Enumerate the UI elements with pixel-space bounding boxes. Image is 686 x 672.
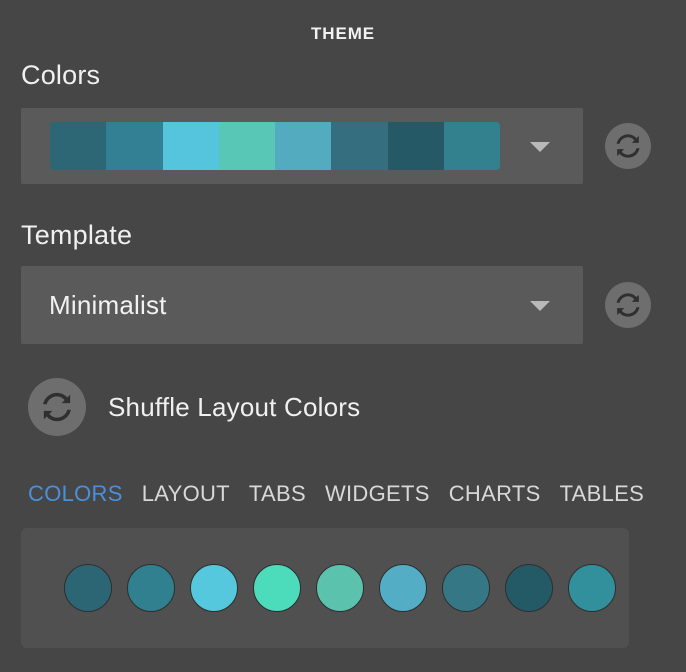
- template-dropdown[interactable]: Minimalist: [21, 266, 583, 344]
- shuffle-refresh-icon: [43, 392, 71, 422]
- layout-color-circle-6[interactable]: [442, 564, 490, 612]
- palette-preview-strip: [50, 122, 500, 170]
- layout-color-circle-2[interactable]: [190, 564, 238, 612]
- palette-swatch-7: [443, 122, 500, 170]
- refresh-icon: [616, 293, 640, 317]
- tab-tabs[interactable]: TABS: [249, 481, 306, 507]
- layout-color-circle-3[interactable]: [253, 564, 301, 612]
- tab-charts[interactable]: CHARTS: [449, 481, 541, 507]
- tab-tables[interactable]: TABLES: [560, 481, 645, 507]
- tab-layout[interactable]: LAYOUT: [142, 481, 230, 507]
- chevron-down-icon: [530, 142, 550, 152]
- shuffle-layout-colors-button[interactable]: Shuffle Layout Colors: [28, 378, 360, 436]
- colors-section-label: Colors: [21, 60, 101, 90]
- palette-swatch-5: [331, 122, 388, 170]
- refresh-icon: [616, 134, 640, 158]
- chevron-down-icon: [530, 301, 550, 311]
- template-section-label: Template: [21, 220, 133, 250]
- layout-colors-tray: [21, 528, 629, 648]
- palette-swatch-3: [218, 122, 275, 170]
- shuffle-icon-button[interactable]: [28, 378, 86, 436]
- palette-swatch-2: [162, 122, 219, 170]
- layout-color-circle-5[interactable]: [379, 564, 427, 612]
- colors-palette-dropdown[interactable]: [21, 108, 583, 184]
- theme-panel: THEME Colors Template Minimalist Shuffle…: [0, 0, 686, 672]
- tab-widgets[interactable]: WIDGETS: [325, 481, 430, 507]
- colors-row: [21, 108, 651, 184]
- layout-color-circle-7[interactable]: [505, 564, 553, 612]
- layout-color-circle-4[interactable]: [316, 564, 364, 612]
- layout-color-circle-8[interactable]: [568, 564, 616, 612]
- theme-tab-bar: COLORS LAYOUT TABS WIDGETS CHARTS TABLES: [28, 481, 644, 507]
- layout-color-circle-1[interactable]: [127, 564, 175, 612]
- palette-swatch-4: [275, 122, 332, 170]
- template-row: Minimalist: [21, 266, 651, 344]
- layout-color-circle-list: [64, 564, 616, 612]
- refresh-colors-button[interactable]: [605, 123, 651, 169]
- shuffle-layout-colors-label: Shuffle Layout Colors: [108, 392, 361, 422]
- palette-swatch-1: [106, 122, 163, 170]
- page-title: THEME: [311, 24, 375, 43]
- palette-swatch-0: [50, 122, 107, 170]
- template-selected-value: Minimalist: [49, 290, 167, 320]
- tab-colors[interactable]: COLORS: [28, 481, 123, 507]
- layout-color-circle-0[interactable]: [64, 564, 112, 612]
- palette-swatch-6: [387, 122, 444, 170]
- refresh-template-button[interactable]: [605, 282, 651, 328]
